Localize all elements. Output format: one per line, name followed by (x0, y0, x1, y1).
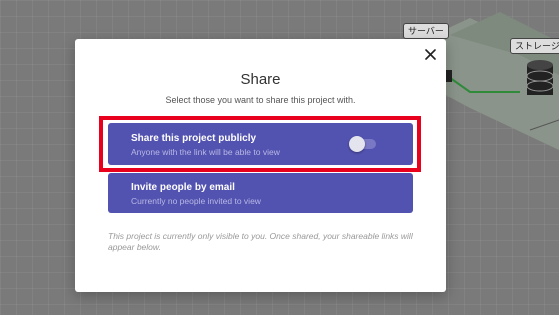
dialog-title: Share (240, 71, 281, 88)
storage-node-label: ストレージ (510, 38, 559, 54)
close-button[interactable] (420, 44, 440, 64)
dialog-subtitle: Select those you want to share this proj… (165, 95, 356, 105)
invite-by-email-title: Invite people by email (131, 182, 235, 193)
server-node-icon (446, 70, 452, 82)
sharing-status-note: This project is currently only visible t… (108, 231, 413, 252)
database-icon (526, 60, 554, 95)
invite-by-email-description: Currently no people invited to view (131, 196, 261, 206)
invite-by-email-option[interactable]: Invite people by email Currently no peop… (108, 173, 413, 213)
highlight-annotation-box (99, 116, 421, 172)
close-icon (424, 48, 436, 60)
server-node-label: サーバー (403, 23, 449, 39)
